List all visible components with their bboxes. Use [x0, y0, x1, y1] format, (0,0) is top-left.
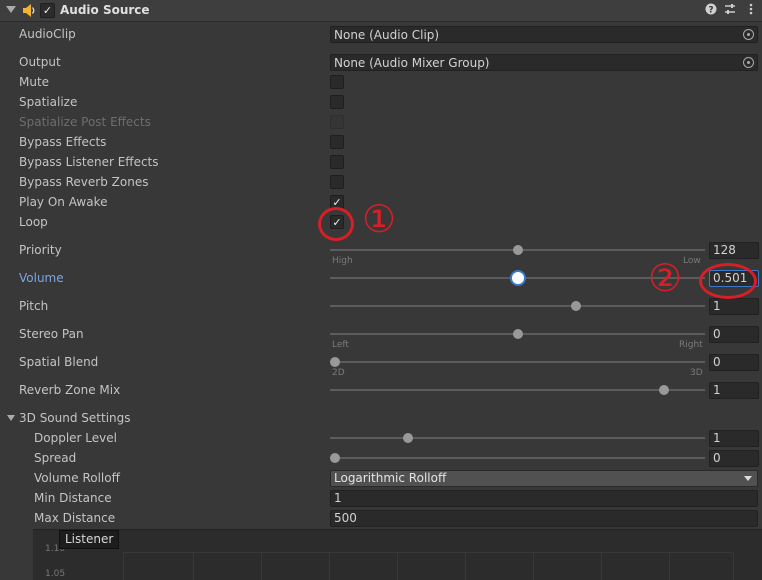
- audio-clip-value: None (Audio Clip): [334, 28, 440, 42]
- doppler-level-input[interactable]: 1: [709, 430, 759, 447]
- output-field[interactable]: None (Audio Mixer Group): [330, 54, 758, 71]
- audio-clip-label: AudioClip: [19, 27, 76, 41]
- output-value: None (Audio Mixer Group): [334, 56, 490, 70]
- priority-min-label: High: [332, 256, 353, 266]
- priority-slider-handle[interactable]: [512, 245, 523, 255]
- component-title: Audio Source: [60, 3, 150, 17]
- volume-rolloff-dropdown[interactable]: Logarithmic Rolloff: [330, 470, 758, 487]
- stereo-pan-slider-handle[interactable]: [512, 329, 523, 339]
- max-distance-label: Max Distance: [34, 511, 116, 525]
- min-distance-input[interactable]: 1: [330, 490, 758, 507]
- annotation-number-1: ①: [362, 197, 397, 241]
- spread-label: Spread: [34, 451, 77, 465]
- spatial-blend-min-label: 2D: [332, 368, 345, 378]
- volume-rolloff-label: Volume Rolloff: [34, 471, 120, 485]
- spread-input[interactable]: 0: [709, 450, 759, 467]
- foldout-arrow-icon[interactable]: [7, 415, 15, 421]
- bypass-effects-label: Bypass Effects: [19, 135, 107, 149]
- curve-grid-line: [533, 552, 534, 580]
- spatial-blend-slider-track[interactable]: [330, 361, 705, 363]
- 3d-sound-settings-foldout[interactable]: 3D Sound Settings: [19, 410, 131, 426]
- spread-slider-handle[interactable]: [330, 453, 340, 463]
- bypass-effects-checkbox[interactable]: [330, 135, 344, 149]
- preset-icon[interactable]: [723, 3, 737, 17]
- help-icon[interactable]: ?: [704, 3, 718, 17]
- spatialize-post-effects-checkbox: [330, 115, 344, 129]
- bypass-reverb-zones-label: Bypass Reverb Zones: [19, 175, 149, 189]
- curve-grid-line: [261, 552, 262, 580]
- doppler-level-slider-track[interactable]: [330, 437, 705, 439]
- rolloff-curve-graph[interactable]: 1.10 1.05: [33, 529, 762, 580]
- bypass-listener-effects-label: Bypass Listener Effects: [19, 155, 159, 169]
- curve-grid-line: [601, 552, 602, 580]
- curve-grid-line: [123, 552, 732, 553]
- annotation-number-2: ②: [648, 256, 683, 300]
- volume-label: Volume: [19, 271, 64, 285]
- volume-annotation-circle: [699, 263, 757, 299]
- doppler-level-slider-handle[interactable]: [403, 433, 413, 443]
- reverb-zone-mix-slider-track[interactable]: [330, 389, 705, 391]
- spatialize-post-effects-label: Spatialize Post Effects: [19, 115, 151, 129]
- max-distance-input[interactable]: 500: [330, 510, 758, 527]
- loop-annotation-circle: [318, 207, 354, 241]
- loop-label: Loop: [19, 215, 48, 229]
- pitch-label: Pitch: [19, 299, 49, 313]
- curve-y-tick: 1.05: [45, 569, 66, 579]
- foldout-arrow-icon[interactable]: [6, 6, 16, 13]
- spatialize-checkbox[interactable]: [330, 95, 344, 109]
- mute-checkbox[interactable]: [330, 75, 344, 89]
- component-enabled-checkbox[interactable]: ✓: [40, 3, 55, 18]
- spread-slider-track[interactable]: [330, 457, 705, 459]
- volume-rolloff-value: Logarithmic Rolloff: [334, 471, 447, 485]
- spatial-blend-input[interactable]: 0: [709, 354, 759, 371]
- pitch-input[interactable]: 1: [709, 298, 759, 315]
- reverb-zone-mix-input[interactable]: 1: [709, 382, 759, 399]
- doppler-level-label: Doppler Level: [34, 431, 117, 445]
- curve-grid-line: [669, 552, 670, 580]
- mute-label: Mute: [19, 75, 50, 89]
- reverb-zone-mix-label: Reverb Zone Mix: [19, 383, 121, 397]
- kebab-menu-icon[interactable]: [744, 3, 758, 17]
- curve-grid-line: [397, 552, 398, 580]
- spatial-blend-label: Spatial Blend: [19, 355, 99, 369]
- reverb-zone-mix-slider-handle[interactable]: [658, 385, 669, 395]
- bypass-reverb-zones-checkbox[interactable]: [330, 175, 344, 189]
- svg-text:?: ?: [708, 6, 713, 16]
- component-header[interactable]: ✓ Audio Source ?: [0, 0, 762, 22]
- stereo-pan-min-label: Left: [332, 340, 349, 350]
- audio-clip-field[interactable]: None (Audio Clip): [330, 26, 758, 43]
- priority-input[interactable]: 128: [709, 242, 759, 259]
- listener-tooltip: Listener: [59, 530, 120, 549]
- pitch-slider-handle[interactable]: [570, 301, 581, 311]
- min-distance-label: Min Distance: [34, 491, 112, 505]
- curve-grid-line: [123, 552, 124, 580]
- output-label: Output: [19, 55, 61, 69]
- priority-max-label: Low: [683, 256, 701, 266]
- object-picker-icon[interactable]: [743, 57, 754, 68]
- object-picker-icon[interactable]: [743, 29, 754, 40]
- play-on-awake-label: Play On Awake: [19, 195, 108, 209]
- pitch-slider-track[interactable]: [330, 305, 705, 307]
- stereo-pan-max-label: Right: [679, 340, 703, 350]
- spatialize-label: Spatialize: [19, 95, 78, 109]
- speaker-icon: [23, 4, 35, 17]
- curve-grid-line: [465, 552, 466, 580]
- curve-grid-line: [193, 552, 194, 580]
- spatial-blend-slider-handle[interactable]: [330, 357, 340, 367]
- bypass-listener-effects-checkbox[interactable]: [330, 155, 344, 169]
- priority-label: Priority: [19, 243, 62, 257]
- curve-grid-line: [329, 552, 330, 580]
- stereo-pan-label: Stereo Pan: [19, 327, 84, 341]
- stereo-pan-input[interactable]: 0: [709, 326, 759, 343]
- chevron-down-icon: [744, 476, 752, 481]
- spatial-blend-max-label: 3D: [690, 368, 703, 378]
- curve-grid-line: [733, 552, 734, 580]
- volume-slider-handle[interactable]: [511, 272, 524, 284]
